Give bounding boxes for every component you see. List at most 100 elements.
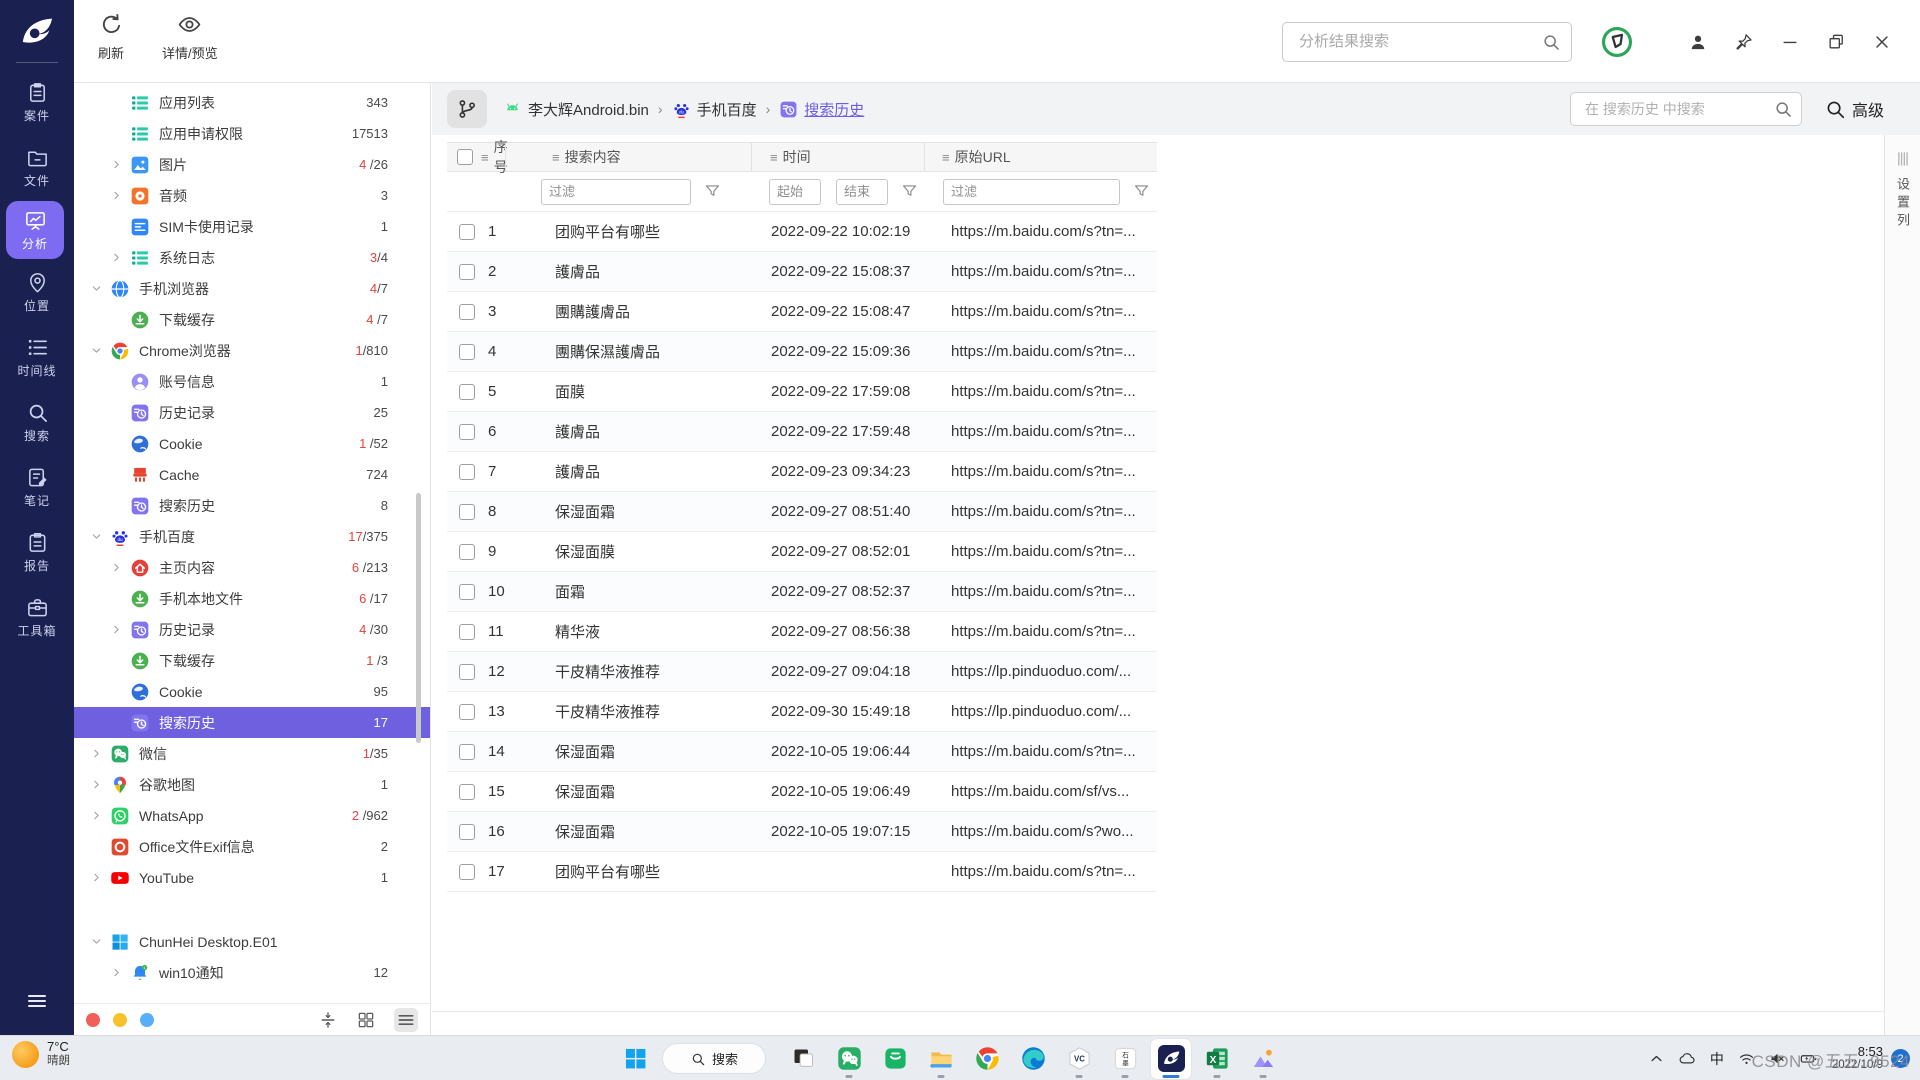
select-all-checkbox[interactable]: [457, 149, 473, 165]
red-dot-filter[interactable]: [86, 1013, 100, 1027]
tree-item[interactable]: Office文件Exif信息2: [74, 831, 430, 862]
pin-icon[interactable]: [1734, 32, 1754, 52]
row-checkbox[interactable]: [459, 224, 475, 240]
detail-preview-button[interactable]: 详情/预览: [162, 12, 218, 62]
row-checkbox[interactable]: [459, 544, 475, 560]
header-url[interactable]: ≡原始URL: [924, 143, 1157, 171]
tree-item[interactable]: SIM卡使用记录1: [74, 211, 430, 242]
tree-item[interactable]: WhatsApp2 /962: [74, 800, 430, 831]
caret-open-icon[interactable]: [90, 530, 110, 544]
row-checkbox[interactable]: [459, 624, 475, 640]
taskbar-app-file-explorer[interactable]: [921, 1039, 961, 1079]
muted-speaker-icon[interactable]: [1768, 1049, 1787, 1068]
breadcrumb-item[interactable]: du手机百度: [672, 99, 757, 120]
tree-item[interactable]: 图片4 /26: [74, 149, 430, 180]
taskbar-app-chrome[interactable]: [967, 1039, 1007, 1079]
tree-item[interactable]: 搜索历史17: [74, 707, 430, 738]
header-content[interactable]: ≡搜索内容: [505, 143, 751, 171]
license-badge-icon[interactable]: [1600, 25, 1634, 59]
refresh-button[interactable]: 刷新: [98, 12, 124, 62]
table-row[interactable]: 2護膚品2022-09-22 15:08:37https://m.baidu.c…: [447, 252, 1157, 292]
row-checkbox[interactable]: [459, 784, 475, 800]
caret-open-icon[interactable]: [90, 344, 110, 358]
search-icon[interactable]: [1773, 99, 1793, 119]
caret-closed-icon[interactable]: [90, 871, 110, 885]
row-checkbox[interactable]: [459, 264, 475, 280]
header-serial[interactable]: ≡序号: [447, 143, 505, 171]
row-checkbox[interactable]: [459, 824, 475, 840]
caret-closed-icon[interactable]: [110, 623, 130, 637]
table-search-input[interactable]: [1583, 100, 1773, 118]
row-checkbox[interactable]: [459, 744, 475, 760]
table-row[interactable]: 6護膚品2022-09-22 17:59:48https://m.baidu.c…: [447, 412, 1157, 452]
rail-item-toolbox[interactable]: 工具箱: [6, 586, 68, 649]
tree-item[interactable]: du手机百度17/375: [74, 521, 430, 552]
minimize-button[interactable]: [1780, 32, 1800, 52]
caret-closed-icon[interactable]: [110, 561, 130, 575]
table-row[interactable]: 11精华液2022-09-27 08:56:38https://m.baidu.…: [447, 612, 1157, 652]
breadcrumb-item[interactable]: 李大辉Android.bin: [503, 99, 649, 120]
tree-item[interactable]: Cookie95: [74, 676, 430, 707]
notification-badge[interactable]: 2: [1891, 1049, 1910, 1068]
row-checkbox[interactable]: [459, 304, 475, 320]
hamburger-menu-icon[interactable]: [25, 989, 49, 1013]
taskbar-app-design-app[interactable]: [1243, 1039, 1283, 1079]
table-row[interactable]: 17团购平台有哪些https://m.baidu.com/s?tn=...: [447, 852, 1157, 892]
clock[interactable]: 8:53 2022/10/9: [1832, 1044, 1883, 1073]
breadcrumb-item[interactable]: 搜索历史: [779, 99, 864, 120]
analysis-result-search[interactable]: [1282, 22, 1572, 62]
table-row[interactable]: 12干皮精华液推荐2022-09-27 09:04:18https://lp.p…: [447, 652, 1157, 692]
weather-widget[interactable]: 7°C 晴朗: [12, 1040, 70, 1068]
taskbar-app-shimo[interactable]: 石墨: [1105, 1039, 1145, 1079]
table-row[interactable]: 7護膚品2022-09-23 09:34:23https://m.baidu.c…: [447, 452, 1157, 492]
taskbar-app-veracrypt[interactable]: VC: [1059, 1039, 1099, 1079]
funnel-icon[interactable]: [900, 182, 919, 201]
tree-item[interactable]: Cookie1 /52: [74, 428, 430, 459]
tree-item[interactable]: 音频3: [74, 180, 430, 211]
table-row[interactable]: 3團購護膚品2022-09-22 15:08:47https://m.baidu…: [447, 292, 1157, 332]
collapse-tree-icon[interactable]: [318, 1010, 338, 1030]
list-view-icon[interactable]: [394, 1008, 418, 1032]
restore-button[interactable]: [1826, 32, 1846, 52]
advanced-search-button[interactable]: 高级: [1824, 97, 1884, 121]
rail-item-timeline[interactable]: 时间线: [6, 326, 68, 389]
table-row[interactable]: 14保湿面霜2022-10-05 19:06:44https://m.baidu…: [447, 732, 1157, 772]
rail-item-report[interactable]: 报告: [6, 521, 68, 584]
caret-closed-icon[interactable]: [110, 189, 130, 203]
time-end-filter-input[interactable]: [836, 179, 888, 205]
tree-item[interactable]: 微信1/35: [74, 738, 430, 769]
tree-item[interactable]: 应用列表343: [74, 87, 430, 118]
row-checkbox[interactable]: [459, 664, 475, 680]
content-filter-input[interactable]: [541, 179, 691, 205]
row-checkbox[interactable]: [459, 464, 475, 480]
taskbar-app-app-store[interactable]: [875, 1039, 915, 1079]
taskbar-app-forensic-app[interactable]: [1151, 1039, 1191, 1079]
table-row[interactable]: 10面霜2022-09-27 08:52:37https://m.baidu.c…: [447, 572, 1157, 612]
tree-item[interactable]: 下载缓存4 /7: [74, 304, 430, 335]
blue-dot-filter[interactable]: [140, 1013, 154, 1027]
row-checkbox[interactable]: [459, 344, 475, 360]
caret-closed-icon[interactable]: [90, 747, 110, 761]
yellow-dot-filter[interactable]: [113, 1013, 127, 1027]
tree-item[interactable]: 谷歌地图1: [74, 769, 430, 800]
analysis-search-input[interactable]: [1297, 32, 1541, 51]
table-row[interactable]: 15保湿面霜2022-10-05 19:06:49https://m.baidu…: [447, 772, 1157, 812]
funnel-icon[interactable]: [1132, 182, 1151, 201]
chevron-up-icon[interactable]: [1647, 1049, 1666, 1068]
row-checkbox[interactable]: [459, 424, 475, 440]
grid-view-icon[interactable]: [356, 1010, 376, 1030]
column-settings-strip[interactable]: 设置列: [1884, 135, 1920, 1035]
taskbar-search[interactable]: 搜索: [662, 1043, 766, 1074]
tree-item[interactable]: 主页内容6 /213: [74, 552, 430, 583]
tree-item[interactable]: 手机本地文件6 /17: [74, 583, 430, 614]
tree-item[interactable]: YouTube1: [74, 862, 430, 893]
tree-item[interactable]: Chrome浏览器1/810: [74, 335, 430, 366]
row-checkbox[interactable]: [459, 504, 475, 520]
table-row[interactable]: 16保湿面霜2022-10-05 19:07:15https://m.baidu…: [447, 812, 1157, 852]
rail-item-location[interactable]: 位置: [6, 261, 68, 324]
rail-item-search[interactable]: 搜索: [6, 391, 68, 454]
taskbar-app-excel[interactable]: X: [1197, 1039, 1237, 1079]
taskbar-app-edge[interactable]: [1013, 1039, 1053, 1079]
wifi-icon[interactable]: [1737, 1049, 1756, 1068]
tree-scrollbar[interactable]: [416, 493, 421, 743]
